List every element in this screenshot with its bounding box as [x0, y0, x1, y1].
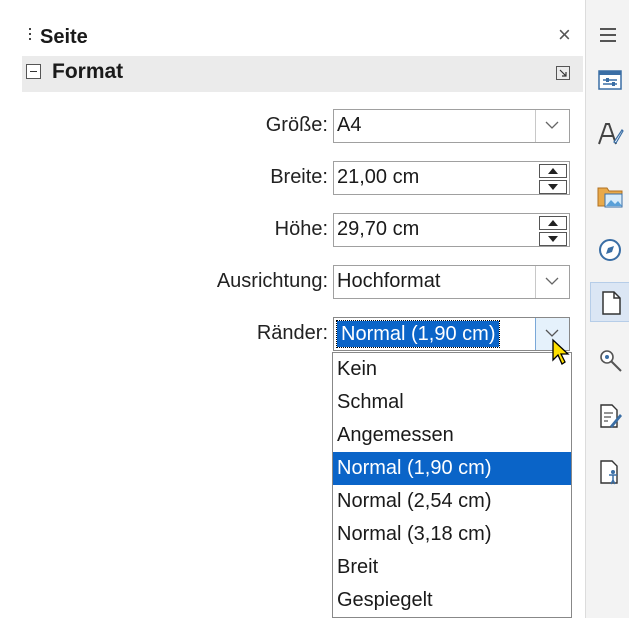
margins-option[interactable]: Angemessen: [333, 419, 571, 452]
height-label: Höhe:: [274, 218, 328, 240]
height-spinbox[interactable]: 29,70 cm: [333, 213, 570, 247]
spin-down-icon[interactable]: [539, 180, 567, 194]
size-label: Größe:: [265, 114, 328, 136]
height-value: 29,70 cm: [337, 218, 420, 240]
spin-down-icon[interactable]: [539, 232, 567, 246]
chevron-down-icon[interactable]: [535, 266, 569, 298]
chevron-down-icon[interactable]: [535, 110, 569, 142]
hamburger-icon[interactable]: [600, 28, 616, 46]
style-inspector-icon[interactable]: [590, 340, 629, 380]
margins-dropdown[interactable]: Normal (1,90 cm): [333, 317, 570, 351]
width-value: 21,00 cm: [337, 166, 420, 188]
gallery-icon[interactable]: [590, 176, 629, 216]
mouse-pointer-icon: [551, 338, 573, 371]
margins-value: Normal (1,90 cm): [335, 320, 501, 348]
size-dropdown[interactable]: A4: [333, 109, 570, 143]
margins-option[interactable]: Breit: [333, 551, 571, 584]
margins-option[interactable]: Schmal: [333, 386, 571, 419]
page-icon[interactable]: [590, 282, 629, 322]
size-value: A4: [337, 114, 362, 136]
margins-option[interactable]: Normal (3,18 cm): [333, 518, 571, 551]
properties-icon[interactable]: [590, 60, 629, 100]
styles-icon[interactable]: [590, 114, 629, 154]
close-icon[interactable]: ×: [558, 22, 571, 48]
format-section-header: Format: [22, 56, 583, 92]
margins-options-list[interactable]: Kein Schmal Angemessen Normal (1,90 cm) …: [332, 352, 572, 618]
collapse-icon[interactable]: [26, 64, 41, 79]
margins-option[interactable]: Normal (2,54 cm): [333, 485, 571, 518]
orientation-dropdown[interactable]: Hochformat: [333, 265, 570, 299]
section-title: Format: [52, 60, 124, 83]
width-spinbox[interactable]: 21,00 cm: [333, 161, 570, 195]
orientation-label: Ausrichtung:: [216, 270, 328, 292]
margins-option[interactable]: Kein: [333, 353, 571, 386]
margins-option-selected[interactable]: Normal (1,90 cm): [333, 452, 571, 485]
orientation-value: Hochformat: [337, 270, 441, 292]
width-label: Breite:: [270, 166, 328, 188]
sidebar-deck: [585, 0, 629, 618]
spin-up-icon[interactable]: [539, 216, 567, 230]
margins-option[interactable]: Gespiegelt: [333, 584, 571, 617]
sidebar-panel: Seite × Format Größe: A4 Breite: 21,00 c…: [0, 0, 585, 618]
accessibility-check-icon[interactable]: [590, 452, 629, 492]
navigator-icon[interactable]: [590, 230, 629, 270]
spin-up-icon[interactable]: [539, 164, 567, 178]
drag-grip-icon[interactable]: [28, 28, 32, 48]
manage-changes-icon[interactable]: [590, 396, 629, 436]
panel-title: Seite: [40, 26, 88, 48]
more-options-icon[interactable]: [556, 66, 570, 80]
panel-titlebar: Seite ×: [0, 20, 585, 54]
width-stepper[interactable]: [539, 164, 567, 194]
margins-label: Ränder:: [256, 322, 328, 344]
height-stepper[interactable]: [539, 216, 567, 246]
